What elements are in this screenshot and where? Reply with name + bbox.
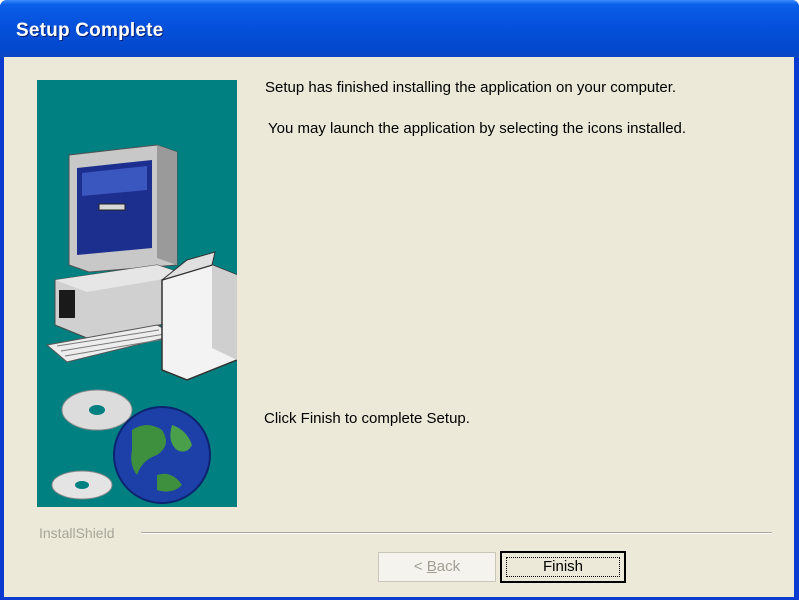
setup-window: Setup Complete Setup has finished instal… bbox=[0, 0, 799, 600]
finished-message: Setup has finished installing the applic… bbox=[265, 79, 677, 96]
launch-instructions: You may launch the application by select… bbox=[268, 120, 687, 137]
finish-button[interactable]: Finish bbox=[500, 551, 626, 583]
back-rest: ack bbox=[436, 558, 461, 575]
dialog-client-area: Setup has finished installing the applic… bbox=[4, 57, 794, 597]
back-button[interactable]: < Back bbox=[378, 552, 496, 582]
back-accelerator: B bbox=[426, 558, 437, 575]
window-title: Setup Complete bbox=[16, 20, 164, 41]
finish-label: Finish bbox=[542, 558, 583, 575]
setup-illustration bbox=[37, 80, 237, 507]
back-prefix: < bbox=[413, 558, 427, 575]
computer-and-globe-icon bbox=[45, 144, 237, 504]
finish-instructions: Click Finish to complete Setup. bbox=[264, 410, 470, 427]
footer-divider bbox=[141, 532, 772, 534]
title-bar[interactable]: Setup Complete bbox=[0, 0, 799, 58]
installshield-label: InstallShield bbox=[39, 525, 115, 541]
